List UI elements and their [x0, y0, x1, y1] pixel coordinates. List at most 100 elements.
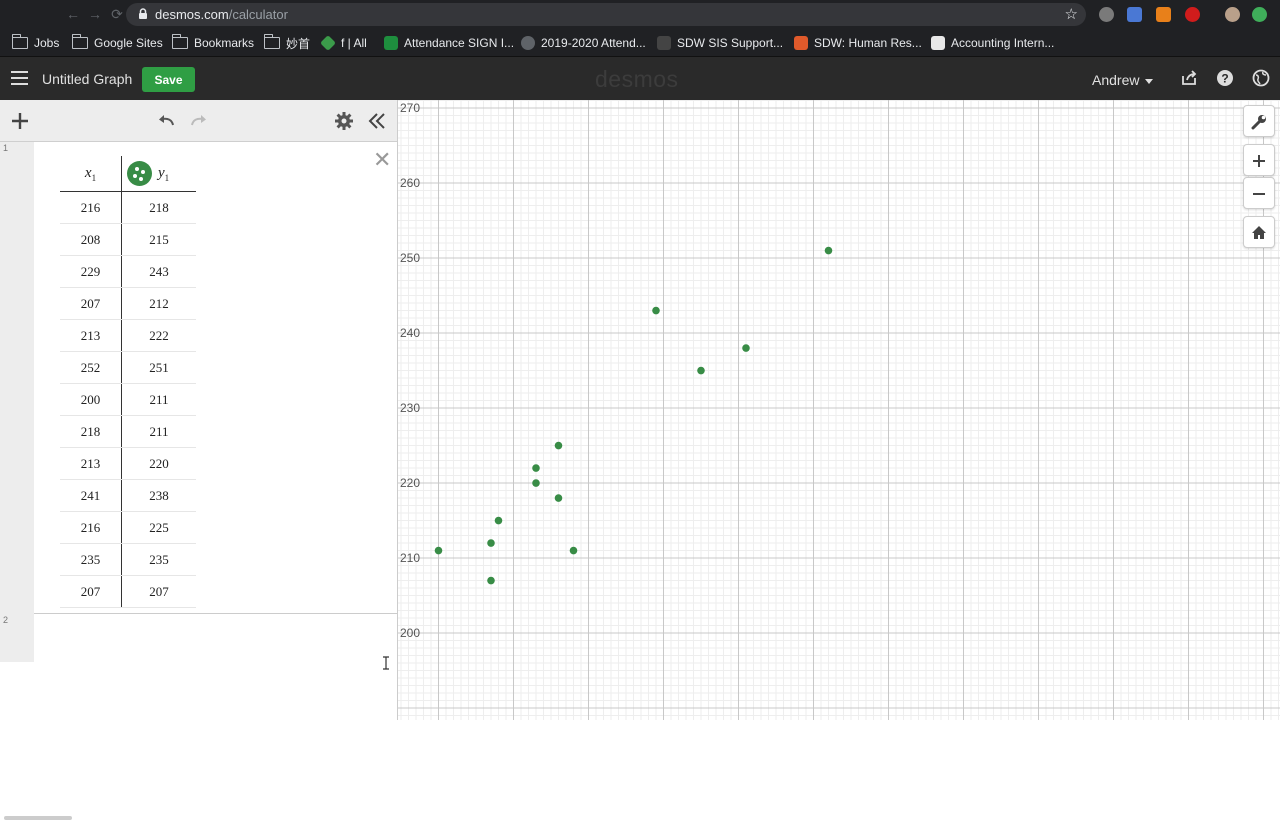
- line-number: 2: [3, 615, 9, 625]
- table-cell-x[interactable]: 235: [60, 543, 122, 576]
- data-point[interactable]: [532, 479, 540, 487]
- bookmark-jobs[interactable]: Jobs: [11, 34, 59, 51]
- data-point[interactable]: [487, 539, 495, 547]
- bookmark-bookmarks[interactable]: Bookmarks: [171, 34, 255, 51]
- bookmark-attendance-sign[interactable]: Attendance SIGN I...: [384, 35, 514, 51]
- data-point[interactable]: [652, 306, 660, 315]
- table-header-x[interactable]: x1: [60, 156, 122, 192]
- table-cell-y[interactable]: 211: [121, 383, 196, 416]
- delete-expression-icon[interactable]: ✕: [373, 147, 391, 173]
- data-point[interactable]: [742, 344, 750, 352]
- reload-icon[interactable]: ⟳: [106, 6, 128, 23]
- profile-avatar-icon[interactable]: [1225, 7, 1240, 22]
- bookmark-label: Bookmarks: [194, 36, 255, 50]
- bookmark-google-sites[interactable]: Google Sites: [71, 34, 163, 51]
- data-point[interactable]: [554, 441, 563, 450]
- table-header-y[interactable]: y1: [121, 156, 196, 192]
- table-cell-y[interactable]: 238: [121, 479, 196, 512]
- default-viewport-button[interactable]: [1243, 216, 1275, 248]
- save-button[interactable]: Save: [142, 67, 195, 92]
- table-cell-y[interactable]: 251: [121, 351, 196, 384]
- table-cell-x[interactable]: 216: [60, 511, 122, 544]
- bookmarks-bar: Jobs Google Sites Bookmarks 妙首 f | All A…: [0, 30, 1280, 57]
- extension-rss-icon[interactable]: [1156, 7, 1171, 22]
- collapse-panel-button[interactable]: [366, 110, 388, 132]
- bookmark-star-icon[interactable]: ☆: [1065, 5, 1078, 23]
- graph-canvas[interactable]: 270 260 250 240 230 220 210 200: [398, 100, 1280, 720]
- table-cell-y[interactable]: 212: [121, 287, 196, 320]
- user-menu[interactable]: Andrew: [1092, 72, 1154, 88]
- table-cell-x[interactable]: 213: [60, 319, 122, 352]
- table-row: 216 225: [60, 511, 196, 544]
- data-point[interactable]: [434, 546, 443, 555]
- bookmark-attendance-2019[interactable]: 2019-2020 Attend...: [521, 35, 646, 51]
- table-cell-x[interactable]: 252: [60, 351, 122, 384]
- table-cell-x[interactable]: 229: [60, 255, 122, 288]
- bookmark-label: f | All: [341, 36, 367, 50]
- table-cell-x[interactable]: 241: [60, 479, 122, 512]
- table-cell-x[interactable]: 207: [60, 575, 122, 608]
- table-cell-y[interactable]: 243: [121, 255, 196, 288]
- scrollbar[interactable]: [4, 816, 72, 820]
- table-cell-y[interactable]: 222: [121, 319, 196, 352]
- data-point[interactable]: [569, 546, 578, 555]
- y-tick-label: 230: [400, 401, 420, 415]
- table-cell-x[interactable]: 218: [60, 415, 122, 448]
- data-point[interactable]: [824, 246, 833, 255]
- table-cell-y[interactable]: 225: [121, 511, 196, 544]
- browser-nav: ← → ⟳: [62, 6, 128, 23]
- extension-green-icon[interactable]: [1252, 7, 1267, 22]
- settings-button[interactable]: [333, 110, 355, 132]
- undo-button[interactable]: [155, 110, 177, 132]
- point-style-icon[interactable]: [127, 161, 152, 186]
- bookmark-accounting[interactable]: Accounting Intern...: [931, 35, 1054, 51]
- graph-background: [398, 100, 1280, 720]
- table-cell-x[interactable]: 213: [60, 447, 122, 480]
- browser-toolbar: ← → ⟳ desmos.com/calculator ☆: [0, 0, 1280, 30]
- bookmark-f-all[interactable]: f | All: [320, 35, 367, 51]
- redo-icon: [191, 115, 206, 126]
- bookmark-label: SDW SIS Support...: [677, 36, 784, 50]
- table-row: 252 251: [60, 351, 196, 384]
- data-point[interactable]: [532, 464, 540, 472]
- table-cell-y[interactable]: 218: [121, 191, 196, 224]
- extension-record-icon[interactable]: [1185, 7, 1200, 22]
- forward-icon[interactable]: →: [84, 6, 106, 22]
- data-point[interactable]: [494, 516, 503, 525]
- y-tick-label: 220: [400, 476, 420, 490]
- data-point[interactable]: [554, 494, 563, 502]
- table-cell-y[interactable]: 220: [121, 447, 196, 480]
- zoom-in-button[interactable]: [1243, 144, 1275, 176]
- redo-button[interactable]: [188, 110, 210, 132]
- table-cell-y[interactable]: 235: [121, 543, 196, 576]
- menu-icon[interactable]: [11, 71, 28, 85]
- zoom-out-button[interactable]: [1243, 177, 1275, 209]
- extension-drive-icon[interactable]: [1099, 7, 1114, 22]
- sheets-icon: [384, 36, 398, 50]
- add-item-button[interactable]: [9, 110, 31, 132]
- help-icon[interactable]: ?: [1216, 69, 1234, 87]
- table-cell-y[interactable]: 215: [121, 223, 196, 256]
- table-cell-x[interactable]: 200: [60, 383, 122, 416]
- share-icon[interactable]: [1180, 69, 1198, 87]
- graph-settings-button[interactable]: [1243, 105, 1275, 137]
- data-point[interactable]: [487, 576, 495, 585]
- table-cell-x[interactable]: 208: [60, 223, 122, 256]
- data-point[interactable]: [697, 366, 705, 375]
- address-bar[interactable]: desmos.com/calculator ☆: [126, 3, 1086, 26]
- table-cell-y[interactable]: 207: [121, 575, 196, 608]
- plus-icon: [12, 113, 28, 129]
- graph-title[interactable]: Untitled Graph: [42, 71, 132, 87]
- lock-icon: [139, 8, 147, 19]
- globe-icon[interactable]: [1252, 69, 1270, 87]
- extension-translate-icon[interactable]: [1127, 7, 1142, 22]
- bookmark-label: SDW: Human Res...: [814, 36, 922, 50]
- expression-gutter: [0, 142, 34, 662]
- bookmark-sdw-sis[interactable]: SDW SIS Support...: [657, 35, 783, 51]
- table-cell-x[interactable]: 207: [60, 287, 122, 320]
- bookmark-chinese-folder[interactable]: 妙首: [263, 34, 310, 51]
- back-icon[interactable]: ←: [62, 6, 84, 22]
- bookmark-sdw-hr[interactable]: SDW: Human Res...: [794, 35, 922, 51]
- table-cell-x[interactable]: 216: [60, 191, 122, 224]
- table-cell-y[interactable]: 211: [121, 415, 196, 448]
